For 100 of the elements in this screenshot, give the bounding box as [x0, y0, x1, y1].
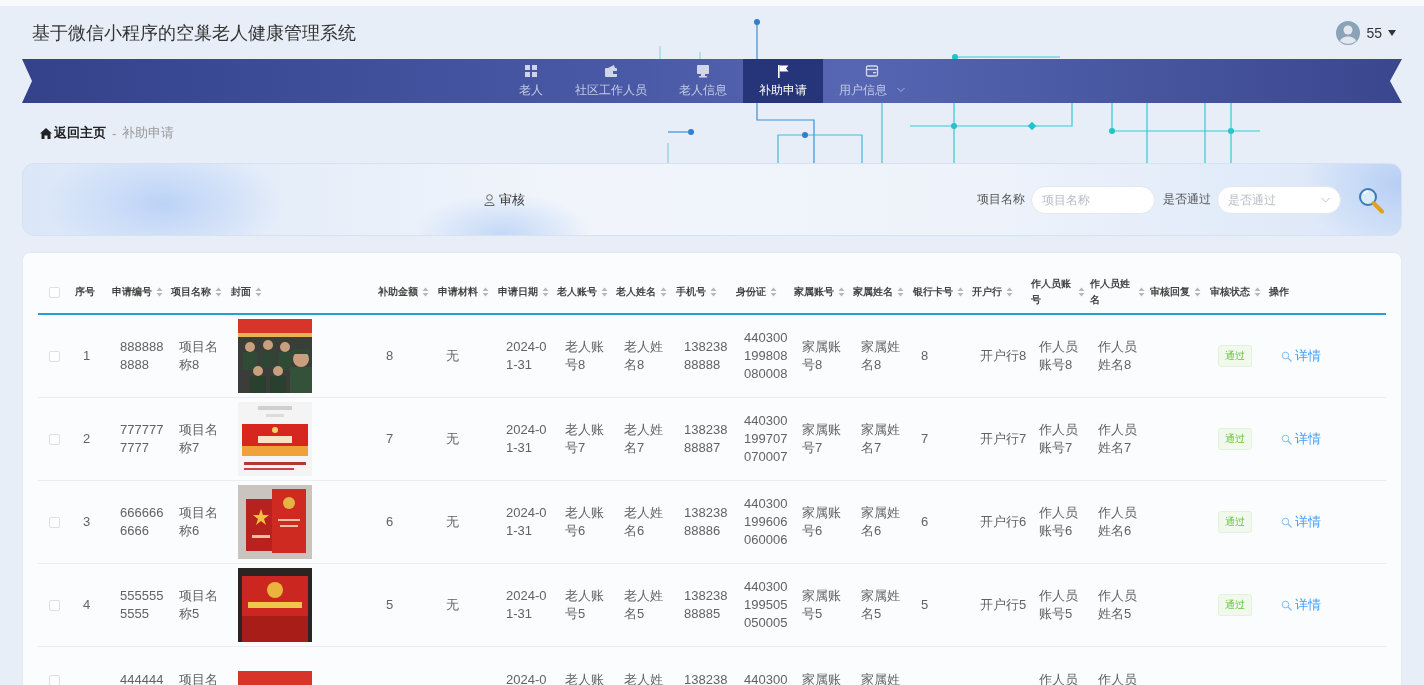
status-tag: 通过	[1218, 511, 1252, 533]
table-cell-text: 2024-01-31	[506, 504, 548, 540]
select-field[interactable]: 是否通过	[1217, 185, 1341, 214]
search-icon[interactable]	[1281, 350, 1292, 362]
sort-icon[interactable]	[897, 287, 904, 297]
table-cell-text: 作人员账号7	[1039, 421, 1079, 457]
table-cell: 开户行8	[980, 347, 1027, 365]
table-cell: 6	[921, 513, 929, 531]
nav-tab[interactable]: 社区工作人员	[559, 59, 663, 103]
table-cell-text: 8888888888	[120, 338, 165, 374]
checkbox[interactable]	[48, 350, 60, 362]
home-icon[interactable]	[40, 127, 52, 139]
table-cell-text: 项目名称7	[179, 421, 219, 457]
input-field[interactable]: 项目名称	[1031, 185, 1155, 214]
nav-tab[interactable]: 老人信息	[663, 59, 743, 103]
column-header: 老人账号	[557, 285, 597, 299]
card-icon[interactable]	[865, 63, 879, 78]
table-cell: 开户行6	[980, 513, 1027, 531]
sort-icon[interactable]	[1078, 287, 1085, 297]
sort-icon[interactable]	[601, 287, 608, 297]
sort-icon[interactable]	[542, 287, 549, 297]
search-icon[interactable]	[1281, 433, 1292, 445]
sort-icon[interactable]	[1138, 287, 1145, 297]
table-cell: 开户行7	[980, 430, 1027, 448]
table-cell: 5	[386, 596, 394, 614]
column-header: 封面	[231, 285, 251, 299]
table-cell-text: 5555555555	[120, 587, 165, 623]
home-link[interactable]: 返回主页	[40, 124, 106, 142]
table-cell: 3	[83, 513, 91, 531]
column-header: 操作	[1269, 285, 1289, 299]
monitor-icon[interactable]	[696, 63, 710, 78]
table-cell-text: 项目名称5	[179, 587, 219, 623]
table-cell-text: 老人账号5	[565, 587, 605, 623]
wallet-icon[interactable]	[604, 63, 618, 78]
grid-icon[interactable]	[524, 63, 538, 78]
chevron-down-icon[interactable]	[1321, 196, 1330, 203]
table-cell-text: 作人员账号8	[1039, 338, 1079, 374]
table-cell: 440300	[744, 671, 788, 685]
column-header: 补助金额	[378, 285, 418, 299]
table-cell: 开户行5	[980, 596, 1027, 614]
detail-link[interactable]: 详情	[1281, 430, 1321, 448]
table-cell: 2	[83, 430, 91, 448]
checkbox[interactable]	[48, 675, 60, 685]
sort-icon[interactable]	[1006, 287, 1013, 297]
search-icon[interactable]	[1281, 516, 1292, 528]
checkbox[interactable]	[48, 433, 60, 445]
nav-tab[interactable]: 老人	[503, 59, 559, 103]
table-cell-text: 项目名称6	[179, 504, 219, 540]
search-icon[interactable]	[1281, 599, 1292, 611]
table-cell-text: 2024-01-31	[506, 338, 548, 374]
sort-icon[interactable]	[770, 287, 777, 297]
column-header: 作人员账号	[1031, 277, 1072, 307]
table-cell: 无	[446, 430, 459, 448]
sort-icon[interactable]	[838, 287, 845, 297]
table-cell-text: 440300199707070007	[744, 412, 789, 466]
nav-tab[interactable]: 补助申请	[743, 59, 823, 103]
checkbox[interactable]	[48, 286, 60, 298]
column-header: 身份证	[736, 285, 766, 299]
status-tag: 通过	[1218, 594, 1252, 616]
table-cell: 8	[921, 347, 929, 365]
table-cell-text: 老人姓名6	[624, 504, 664, 540]
table-cell-text: 家属账号8	[802, 338, 842, 374]
audit-button[interactable]: 审核	[480, 188, 529, 211]
column-header: 老人姓名	[616, 285, 656, 299]
sort-icon[interactable]	[255, 287, 262, 297]
table-cell: 138238	[684, 671, 728, 685]
sort-icon[interactable]	[422, 287, 429, 297]
sort-icon[interactable]	[957, 287, 964, 297]
table-cell-text: 440300199505050005	[744, 578, 789, 632]
table-cell: 7	[921, 430, 929, 448]
sort-icon[interactable]	[660, 287, 667, 297]
caret-icon[interactable]	[1388, 29, 1396, 36]
sort-icon[interactable]	[156, 287, 163, 297]
user-name[interactable]: 55	[1366, 24, 1382, 41]
search-button[interactable]	[1357, 185, 1385, 214]
sort-icon[interactable]	[482, 287, 489, 297]
chevron-down-icon[interactable]	[897, 87, 905, 93]
flag-icon[interactable]	[776, 63, 790, 78]
table-cell-text: 2024-01-31	[506, 421, 548, 457]
sort-icon[interactable]	[710, 287, 717, 297]
checkbox[interactable]	[48, 599, 60, 611]
table-cell-text: 项目名称8	[179, 338, 219, 374]
detail-link[interactable]: 详情	[1281, 596, 1321, 614]
avatar[interactable]	[1336, 20, 1361, 45]
sort-icon[interactable]	[1194, 287, 1201, 297]
table-cell: 444444	[120, 671, 164, 685]
filter-label: 是否通过	[1163, 191, 1211, 208]
checkbox[interactable]	[48, 516, 60, 528]
column-header: 申请材料	[438, 285, 478, 299]
nav-tab[interactable]: 用户信息	[823, 59, 921, 103]
table-cell-text: 13823888887	[684, 421, 729, 457]
sort-icon[interactable]	[215, 287, 222, 297]
column-header: 申请编号	[112, 285, 152, 299]
detail-link[interactable]: 详情	[1281, 513, 1321, 531]
breadcrumb-separator: -	[112, 125, 117, 141]
table-cell-text: 老人姓名5	[624, 587, 664, 623]
sort-icon[interactable]	[1254, 287, 1261, 297]
detail-link[interactable]: 详情	[1281, 347, 1321, 365]
user-icon[interactable]	[484, 193, 495, 206]
table-cell-text: 家属姓名6	[861, 504, 901, 540]
